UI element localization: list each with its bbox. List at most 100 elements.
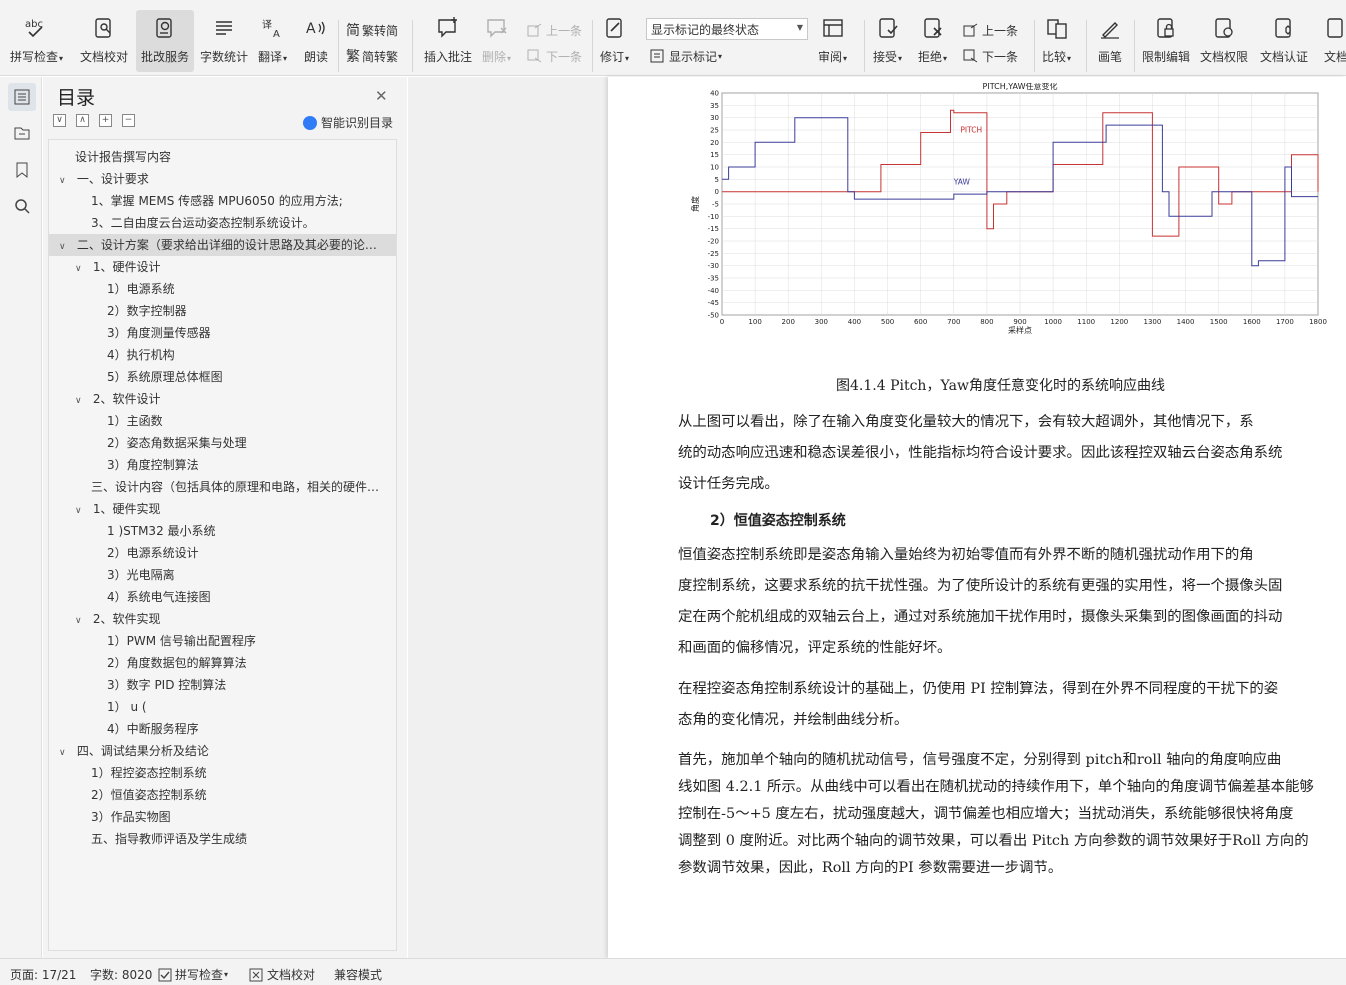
toc-item[interactable]: 3、二自由度云台运动姿态控制系统设计。 [49,212,396,234]
next-change-button[interactable]: 下一条 [963,45,1018,67]
chevron-down-icon[interactable]: ∨ [75,500,89,520]
reject-button[interactable]: 拒绝▾ [918,14,947,74]
chevron-down-icon[interactable]: ∨ [75,258,89,278]
chevron-down-icon[interactable]: ∨ [59,236,73,256]
accept-icon [874,14,902,42]
toc-item[interactable]: 2）角度数据包的解算算法 [49,652,396,674]
compat-mode-indicator: 兼容模式 [334,968,383,982]
insert-comment-button[interactable]: 插入批注 [424,14,472,74]
toc-item[interactable]: 3）光电隔离 [49,564,396,586]
doc-cert-button[interactable]: 文档认证 [1260,14,1308,74]
toc-item[interactable]: 4）系统电气连接图 [49,586,396,608]
remove-level-icon[interactable]: − [122,114,135,127]
toc-item[interactable]: 4）中断服务程序 [49,718,396,740]
toc-item[interactable]: 1）电源系统 [49,278,396,300]
prev-comment-button[interactable]: 上一条 [527,19,582,41]
doc-permission-button[interactable]: 文档权限 [1200,14,1248,74]
page-indicator[interactable]: 页面: 17/21 [10,966,76,983]
toc-item[interactable]: 3）角度控制算法 [49,454,396,476]
toc-panel-icon[interactable] [8,83,36,111]
compare-button[interactable]: 比较▾ [1042,14,1071,74]
word-count-button[interactable]: 字数统计 [200,14,248,74]
toc-item[interactable]: 3）角度测量传感器 [49,322,396,344]
pen-button[interactable]: 画笔 [1096,14,1124,74]
toc-item[interactable]: 2）姿态角数据采集与处理 [49,432,396,454]
toc-item[interactable]: 3）作品实物图 [49,806,396,828]
chevron-down-icon[interactable]: ∨ [75,610,89,630]
doc-proof-button[interactable]: 文档校对 [80,14,128,74]
read-aloud-button[interactable]: A 朗读 [302,14,330,74]
collapse-all-icon[interactable]: ∨ [53,114,66,127]
y-tick-label: -50 [708,312,719,320]
status-bar: 页面: 17/21 字数: 8020 拼写检查 ▾ 文档校对 兼容模式 [0,958,1346,985]
toc-item[interactable]: ∨ 一、设计要求 [49,168,396,190]
toc-item[interactable]: 1、掌握 MEMS 传感器 MPU6050 的应用方法; [49,190,396,212]
toc-item[interactable]: 2）电源系统设计 [49,542,396,564]
restrict-edit-button[interactable]: 限制编辑 [1142,14,1190,74]
chevron-down-icon[interactable]: ∨ [59,742,73,762]
doc-proof-status[interactable]: 文档校对 [249,966,315,983]
toc-item-label: 三、设计内容（包括具体的原理和电路，相关的硬件… [91,480,380,494]
compare-icon [1043,14,1071,42]
y-tick-label: -10 [708,213,719,221]
show-markup-button[interactable]: 显示标记 ▾ [650,45,722,67]
toc-item[interactable]: 1）程控姿态控制系统 [49,762,396,784]
accept-button[interactable]: 接受▾ [873,14,902,74]
toc-item-label: 1、硬件设计 [92,260,161,274]
delete-comment-button[interactable]: 删除▾ [482,14,511,74]
toc-item[interactable]: 3）数字 PID 控制算法 [49,674,396,696]
toc-item[interactable]: 1）主函数 [49,410,396,432]
toc-tree: 设计报告撰写内容 ∨ 一、设计要求 1、掌握 MEMS 传感器 MPU6050 的应… [48,139,397,951]
toc-item-label: 四、调试结果分析及结论 [76,744,209,758]
toc-item[interactable]: 4）执行机构 [49,344,396,366]
next-comment-button[interactable]: 下一条 [527,45,582,67]
review-pane-button[interactable]: 审阅▾ [818,14,847,74]
simp-to-trad-button[interactable]: 繁简转繁 [346,45,398,67]
expand-all-icon[interactable]: ∧ [76,114,89,127]
x-tick-label: 1800 [1309,318,1327,326]
toc-item[interactable]: 5）系统原理总体框图 [49,366,396,388]
close-icon[interactable]: ✕ [375,87,388,105]
toc-item[interactable]: ∨ 二、设计方案（要求给出详细的设计思路及其必要的论… [49,234,396,256]
toc-item[interactable]: ∨ 1、硬件设计 [49,256,396,278]
toc-item[interactable]: 1）PWM 信号输出配置程序 [49,630,396,652]
add-level-icon[interactable]: + [99,114,112,127]
prev-change-button[interactable]: 上一条 [963,19,1018,41]
toc-item[interactable]: 1） u ( [49,696,396,718]
toc-item[interactable]: ∨ 四、调试结果分析及结论 [49,740,396,762]
x-tick-label: 100 [748,318,761,326]
markup-state-select[interactable]: 显示标记的最终状态 ▼ [646,18,808,40]
toc-item[interactable]: 1 )STM32 最小系统 [49,520,396,542]
x-tick-label: 700 [947,318,960,326]
delete-comment-icon [483,14,511,42]
spell-check-button[interactable]: abc 拼写检查▾ [10,14,63,74]
toc-item[interactable]: ∨ 1、硬件实现 [49,498,396,520]
y-tick-label: -40 [708,287,719,295]
toc-toolbar: ∨ ∧ + − [53,114,145,127]
word-count-indicator[interactable]: 字数: 8020 [90,966,152,983]
doc-more-button[interactable]: 文档 [1322,14,1346,74]
smart-toc-button[interactable]: 智能识别目录 [303,114,393,131]
toc-item[interactable]: 三、设计内容（包括具体的原理和电路，相关的硬件… [49,476,396,498]
toc-item-label: 设计报告撰写内容 [75,150,172,164]
chevron-down-icon[interactable]: ∨ [75,390,89,410]
toc-item[interactable]: ∨ 2、软件实现 [49,608,396,630]
series-annotation: YAW [953,177,971,186]
chapter-nav-icon[interactable] [8,119,36,147]
trad-to-simp-button[interactable]: 简繁转简 [346,19,398,41]
toc-item-label: 2、软件实现 [92,612,161,626]
prev-comment-icon [527,23,542,37]
chevron-down-icon[interactable]: ∨ [59,170,73,190]
toc-item-label: 3）数字 PID 控制算法 [107,678,227,692]
bookmark-icon[interactable] [8,156,36,184]
revise-button[interactable]: 修订▾ [600,14,629,74]
toc-item[interactable]: ∨ 2、软件设计 [49,388,396,410]
toc-item[interactable]: 设计报告撰写内容 [49,146,396,168]
toc-item[interactable]: 2）恒值姿态控制系统 [49,784,396,806]
toc-item[interactable]: 五、指导教师评语及学生成绩 [49,828,396,850]
spell-check-status[interactable]: 拼写检查 ▾ [158,966,228,983]
toc-item[interactable]: 2）数字控制器 [49,300,396,322]
search-icon[interactable] [8,192,36,220]
batch-service-button[interactable]: 批改服务 [136,10,194,72]
translate-button[interactable]: 译A 翻译▾ [258,14,287,74]
